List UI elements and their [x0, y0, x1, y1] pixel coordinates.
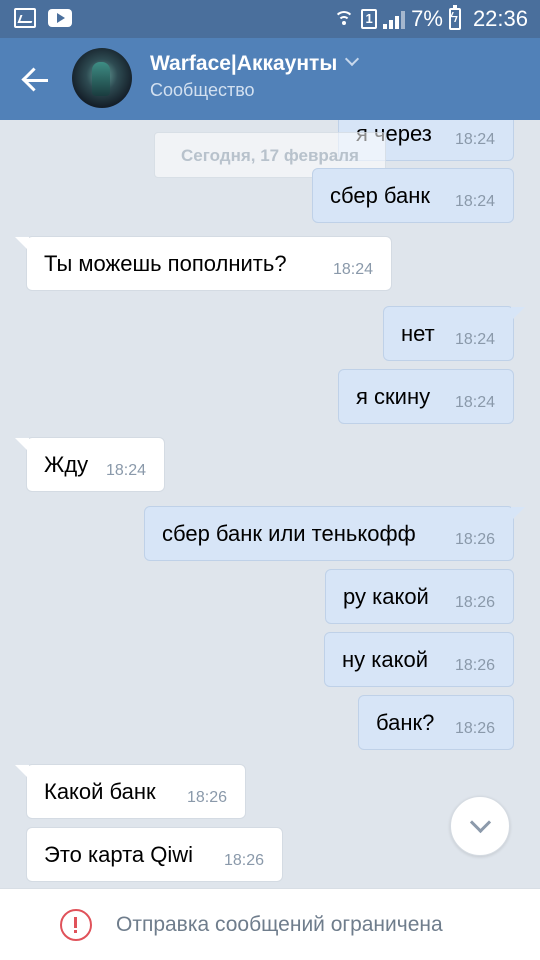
message-text: нет — [401, 321, 435, 346]
message-time: 18:26 — [454, 657, 495, 674]
message-time: 18:24 — [105, 462, 146, 479]
chat-subtitle: Сообщество — [150, 80, 255, 100]
message-time: 18:24 — [454, 331, 495, 348]
avatar[interactable] — [72, 48, 132, 108]
restriction-banner: Отправка сообщений ограничена — [0, 888, 540, 960]
warning-circle-icon — [60, 909, 92, 941]
chevron-down-icon[interactable] — [345, 51, 360, 67]
message-bubble[interactable]: ру какой 18:26 — [325, 569, 514, 624]
message-text: ну какой — [342, 647, 429, 672]
message-text: Ты можешь пополнить? — [44, 251, 287, 276]
message-text: сбер банк или тенькофф — [162, 521, 416, 546]
message-bubble[interactable]: Это карта Qiwi 18:26 — [26, 827, 283, 882]
message-bubble[interactable]: сбер банк 18:24 — [312, 168, 514, 223]
chat-title-block[interactable]: Warface|Аккаунты Сообщество — [150, 51, 360, 101]
back-arrow-icon[interactable] — [14, 58, 58, 102]
message-bubble[interactable]: нет 18:24 — [383, 306, 525, 361]
message-text: Это карта Qiwi — [44, 842, 194, 867]
message-bubble[interactable]: Какой банк 18:26 — [15, 764, 246, 819]
youtube-icon — [48, 9, 72, 27]
message-text: ру какой — [343, 584, 429, 609]
message-time: 18:24 — [332, 261, 373, 278]
chat-header: Warface|Аккаунты Сообщество — [0, 38, 540, 120]
message-bubble[interactable]: банк? 18:26 — [358, 695, 514, 750]
message-time: 18:24 — [454, 193, 495, 210]
message-time: 18:26 — [454, 531, 495, 548]
message-bubble[interactable]: Жду 18:24 — [15, 437, 165, 492]
message-list[interactable]: я через 18:24 Сегодня, 17 февраля сбер б… — [0, 120, 540, 888]
message-time: 18:26 — [454, 720, 495, 737]
message-text: сбер банк — [330, 183, 431, 208]
message-bubble[interactable]: сбер банк или тенькофф 18:26 — [144, 506, 525, 561]
wifi-icon — [333, 9, 355, 29]
battery-charging-icon — [448, 5, 461, 30]
signal-icon — [383, 9, 406, 29]
gallery-icon — [14, 8, 36, 28]
message-text: Жду — [44, 452, 89, 477]
restriction-text: Отправка сообщений ограничена — [116, 913, 443, 936]
message-bubble[interactable]: я скину 18:24 — [338, 369, 514, 424]
sim-icon: 1 — [361, 9, 378, 29]
message-bubble[interactable]: ну какой 18:26 — [324, 632, 514, 687]
message-time: 18:26 — [454, 594, 495, 611]
message-time: 18:24 — [454, 131, 495, 148]
chevron-down-icon — [469, 811, 492, 834]
message-time: 18:24 — [454, 394, 495, 411]
chat-title: Warface|Аккаунты — [150, 52, 338, 75]
message-text: банк? — [376, 710, 435, 735]
message-bubble[interactable]: Ты можешь пополнить? 18:24 — [15, 236, 392, 291]
clock: 22:36 — [472, 6, 528, 31]
message-time: 18:26 — [223, 852, 264, 869]
scroll-to-bottom-button[interactable] — [450, 796, 510, 856]
message-text: Какой банк — [44, 779, 156, 804]
message-time: 18:26 — [186, 789, 227, 806]
battery-percent: 7% — [411, 6, 443, 31]
status-bar: 1 7% 22:36 — [0, 0, 540, 38]
message-text: я скину — [356, 384, 431, 409]
